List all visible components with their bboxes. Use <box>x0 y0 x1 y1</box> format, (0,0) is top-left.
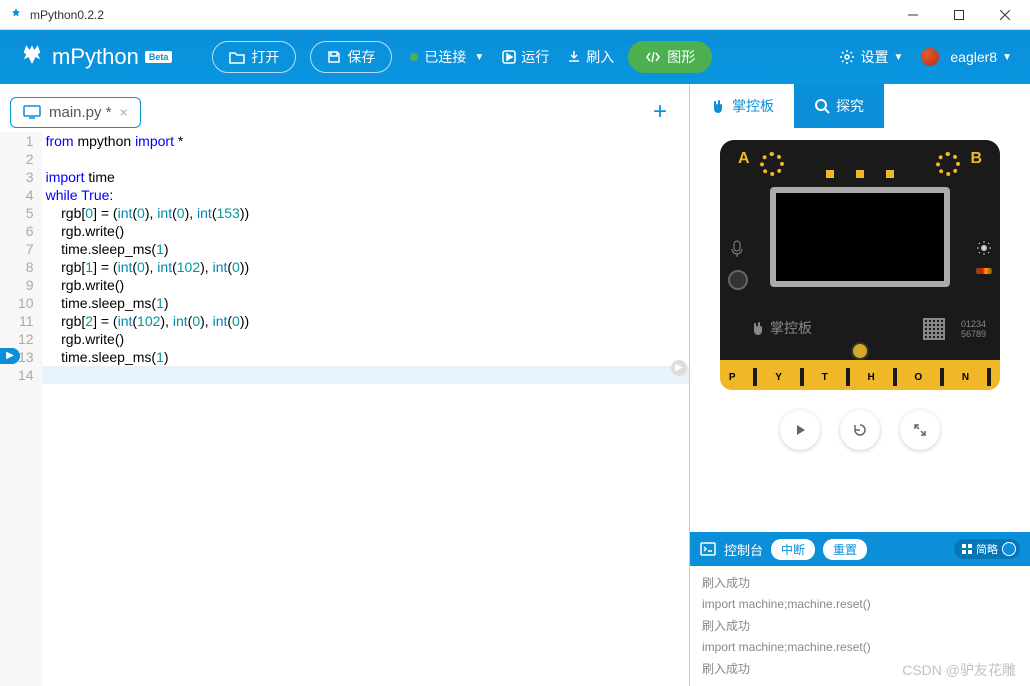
save-icon <box>327 50 341 64</box>
code-area[interactable]: from mpython import *import timewhile Tr… <box>42 132 689 686</box>
save-button[interactable]: 保存 <box>310 41 392 73</box>
flash-button[interactable]: 刷入 <box>567 47 614 67</box>
serial-number: 0123456789 <box>961 320 986 340</box>
file-name: main.py * <box>49 104 112 121</box>
chevron-down-icon: ▼ <box>1002 52 1012 63</box>
qr-icon <box>923 318 945 340</box>
fullscreen-button[interactable] <box>900 410 940 450</box>
board-brand: 掌控板 <box>750 318 812 338</box>
led-strip <box>826 170 894 178</box>
tab-board[interactable]: 掌控板 <box>690 84 794 128</box>
close-tab-icon[interactable]: × <box>120 104 128 120</box>
home-button[interactable] <box>851 342 869 360</box>
download-icon <box>567 50 581 64</box>
console-header: 控制台 中断 重置 简略 <box>690 532 1030 566</box>
code-icon <box>645 50 661 64</box>
graphics-button[interactable]: 图形 <box>628 41 712 73</box>
right-tabs: 掌控板 探究 <box>690 84 1030 128</box>
mic-button[interactable] <box>728 270 748 290</box>
close-button[interactable] <box>982 0 1028 30</box>
code-editor[interactable]: ▶ ▶ 1234567891011121314 from mpython imp… <box>0 132 689 686</box>
light-icon <box>976 240 992 256</box>
file-tabstrip: main.py * × + <box>0 84 689 132</box>
folder-icon <box>229 50 245 64</box>
file-tab[interactable]: main.py * × <box>10 97 141 128</box>
play-button[interactable] <box>780 410 820 450</box>
hole-a <box>760 152 784 176</box>
open-button[interactable]: 打开 <box>212 41 296 73</box>
app-icon <box>8 7 24 23</box>
simple-toggle[interactable]: 简略 <box>954 539 1020 559</box>
reset-console-button[interactable]: 重置 <box>823 539 867 560</box>
logo-text: mPython <box>52 44 139 70</box>
connection-status[interactable]: 已连接 ▼ <box>410 47 484 67</box>
edge-connector: PYTHON <box>720 360 1000 390</box>
hand-icon <box>710 98 726 114</box>
resistor-icon <box>976 268 992 274</box>
button-a-label: A <box>738 150 750 168</box>
reset-button[interactable] <box>840 410 880 450</box>
window-titlebar: mPython0.2.2 <box>0 0 1030 30</box>
chevron-down-icon: ▼ <box>893 52 903 63</box>
right-panel: 掌控板 探究 A B 掌控板 <box>690 84 1030 686</box>
brand-icon <box>750 320 766 336</box>
grid-icon <box>962 544 972 554</box>
board-simulator: A B 掌控板 0123456789 PYTHON <box>690 128 1030 532</box>
run-button[interactable]: 运行 <box>502 47 549 67</box>
tab-explore[interactable]: 探究 <box>794 84 884 128</box>
play-icon <box>502 50 516 64</box>
button-b-label: B <box>970 150 982 168</box>
user-menu[interactable]: eagler8 ▼ <box>921 48 1012 66</box>
logo: mPython Beta <box>18 43 172 71</box>
board-screen <box>770 187 950 287</box>
gutter-arrow-icon[interactable]: ▶ <box>0 348 20 364</box>
console-title: 控制台 <box>724 540 763 559</box>
add-tab-button[interactable]: + <box>653 98 679 126</box>
logo-icon <box>18 43 46 71</box>
chevron-down-icon: ▼ <box>474 52 484 63</box>
monitor-icon <box>23 105 41 119</box>
hole-b <box>936 152 960 176</box>
board[interactable]: A B 掌控板 0123456789 PYTHON <box>720 140 1000 390</box>
toggle-knob <box>1002 542 1016 556</box>
gear-icon <box>839 49 855 65</box>
line-gutter: 1234567891011121314 <box>0 132 42 686</box>
mic-icon <box>730 240 744 258</box>
status-dot-icon <box>410 53 418 61</box>
interrupt-button[interactable]: 中断 <box>771 539 815 560</box>
editor-panel: main.py * × + ▶ ▶ 1234567891011121314 fr… <box>0 84 690 686</box>
beta-badge: Beta <box>145 51 173 63</box>
sim-controls <box>780 410 940 450</box>
search-icon <box>814 98 830 114</box>
maximize-button[interactable] <box>936 0 982 30</box>
settings-button[interactable]: 设置 ▼ <box>839 47 903 67</box>
console-icon <box>700 542 716 556</box>
minimize-button[interactable] <box>890 0 936 30</box>
avatar-icon <box>921 48 939 66</box>
main-toolbar: mPython Beta 打开 保存 已连接 ▼ 运行 刷入 图形 设置 ▼ e… <box>0 30 1030 84</box>
window-title: mPython0.2.2 <box>30 8 890 22</box>
watermark: CSDN @驴友花雕 <box>902 660 1016 680</box>
